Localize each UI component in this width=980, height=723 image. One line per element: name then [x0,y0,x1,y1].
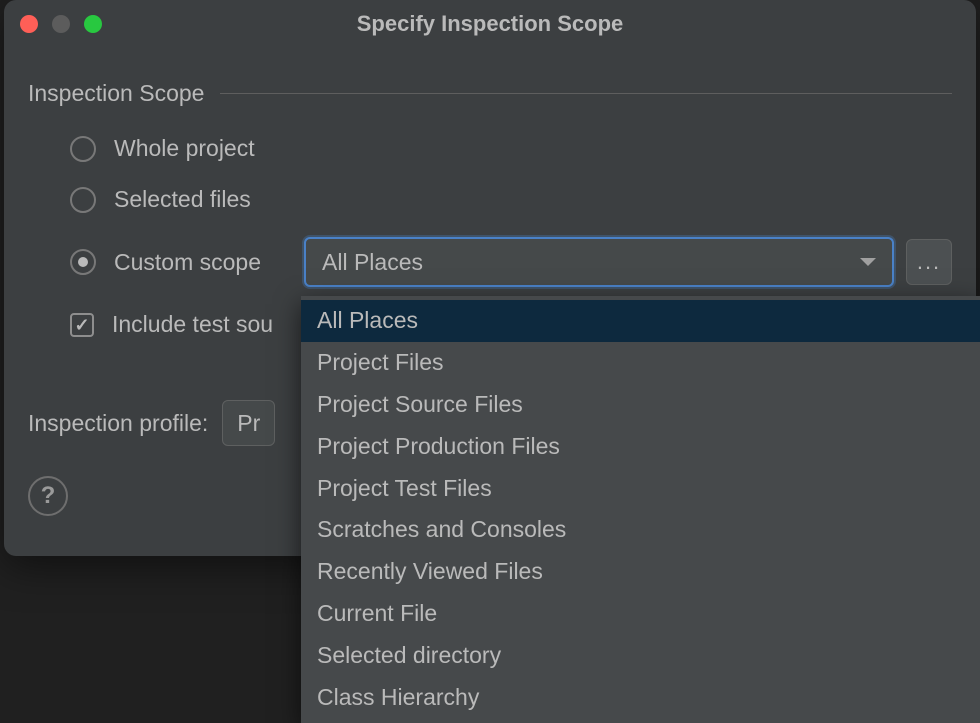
scope-radio-group: Whole project Selected files Custom scop… [28,135,952,287]
browse-scope-button[interactable]: ... [906,239,952,285]
checkbox-label: Include test sou [112,311,273,338]
close-window-button[interactable] [20,15,38,33]
profile-label: Inspection profile: [28,410,208,437]
section-title: Inspection Scope [28,80,204,107]
radio-icon [70,249,96,275]
dropdown-item[interactable]: Selected directory [301,635,980,677]
radio-label: Custom scope [114,249,286,276]
window-controls [20,15,102,33]
custom-scope-dropdown: All Places Project Files Project Source … [301,296,980,723]
dropdown-item[interactable]: Recently Viewed Files [301,551,980,593]
help-icon: ? [41,482,56,510]
inspection-profile-combo[interactable]: Pr [222,400,275,446]
titlebar: Specify Inspection Scope [4,0,976,48]
minimize-window-button[interactable] [52,15,70,33]
ellipsis-icon: ... [917,249,941,275]
custom-scope-controls: All Places ... [304,237,952,287]
dropdown-item[interactable]: Scratches and Consoles [301,509,980,551]
dropdown-item[interactable]: Class Hierarchy [301,677,980,719]
dropdown-item[interactable]: All Places [301,300,980,342]
dropdown-item[interactable]: Project Production Files [301,426,980,468]
radio-whole-project[interactable]: Whole project [70,135,952,162]
divider [220,93,952,94]
radio-custom-scope-row: Custom scope All Places ... [70,237,952,287]
dropdown-item[interactable]: Current File [301,593,980,635]
radio-label: Whole project [114,135,255,162]
dropdown-item[interactable]: Project Test Files [301,468,980,510]
combo-value: All Places [322,249,860,276]
radio-custom-scope[interactable]: Custom scope [70,249,286,276]
radio-selected-files[interactable]: Selected files [70,186,952,213]
zoom-window-button[interactable] [84,15,102,33]
radio-icon [70,187,96,213]
chevron-down-icon [860,258,876,266]
custom-scope-combo[interactable]: All Places [304,237,894,287]
checkbox-icon [70,313,94,337]
section-header: Inspection Scope [28,80,952,107]
help-button[interactable]: ? [28,476,68,516]
radio-label: Selected files [114,186,251,213]
dialog-title: Specify Inspection Scope [357,11,624,37]
dropdown-item[interactable]: Project Files [301,342,980,384]
combo-value: Pr [237,410,260,437]
dropdown-item[interactable]: Project Source Files [301,384,980,426]
radio-icon [70,136,96,162]
